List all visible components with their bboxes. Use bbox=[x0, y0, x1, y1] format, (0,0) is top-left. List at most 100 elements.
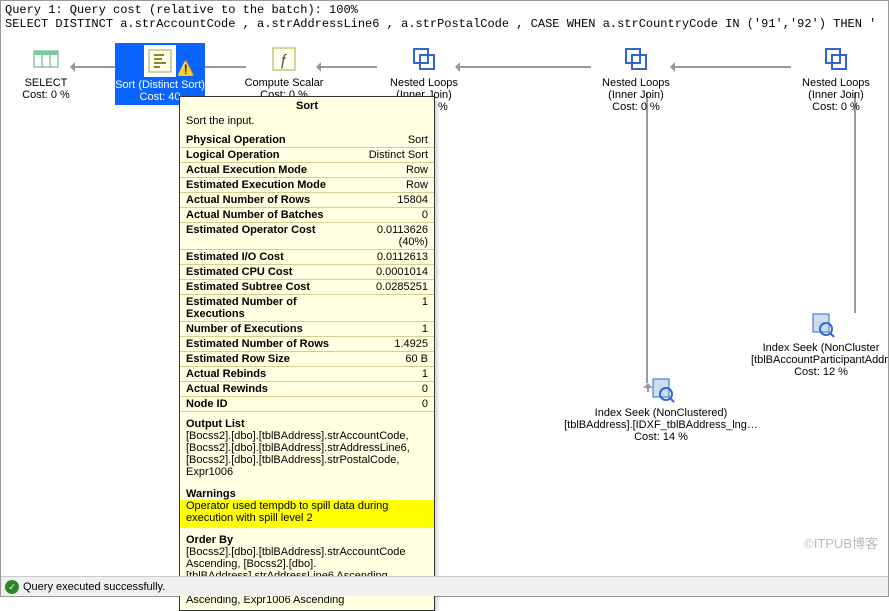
tooltip-row-key: Estimated Execution Mode bbox=[180, 178, 344, 193]
tooltip-row-value: Row bbox=[344, 163, 434, 178]
query-sql-line: SELECT DISTINCT a.strAccountCode , a.str… bbox=[5, 17, 884, 31]
tooltip-row-value: 0 bbox=[344, 208, 434, 223]
tooltip-row-key: Estimated Number of Executions bbox=[180, 295, 344, 322]
operator-nested-loops-3[interactable]: Nested Loops (Inner Join) Cost: 0 % bbox=[791, 43, 881, 113]
tooltip-row: Estimated Number of Executions1 bbox=[180, 295, 434, 322]
operator-nested-loops-2[interactable]: Nested Loops (Inner Join) Cost: 0 % bbox=[591, 43, 681, 113]
nested-loops-icon bbox=[820, 43, 852, 75]
tooltip-orderby-header: Order By bbox=[180, 528, 434, 546]
tooltip-description: Sort the input. bbox=[180, 115, 434, 133]
tooltip-row-key: Actual Rewinds bbox=[180, 382, 344, 397]
tooltip-row-value: 1 bbox=[344, 367, 434, 382]
status-ok-icon: ✓ bbox=[5, 580, 19, 594]
tooltip-row-key: Actual Number of Batches bbox=[180, 208, 344, 223]
tooltip-output-list-header: Output List bbox=[180, 412, 434, 430]
tooltip-row-key: Actual Execution Mode bbox=[180, 163, 344, 178]
operator-tooltip: Sort Sort the input. Physical OperationS… bbox=[179, 96, 435, 611]
operator-select[interactable]: SELECT Cost: 0 % bbox=[1, 43, 91, 101]
tooltip-row: Estimated Execution ModeRow bbox=[180, 178, 434, 193]
tooltip-row-value: 15804 bbox=[344, 193, 434, 208]
execution-plan-canvas[interactable]: SELECT Cost: 0 % ⚠️ Sort (Distinct Sort)… bbox=[1, 33, 888, 576]
svg-text:ƒ: ƒ bbox=[280, 52, 289, 69]
operator-label: Index Seek (NonCluster bbox=[763, 342, 880, 354]
tooltip-row: Estimated CPU Cost0.0001014 bbox=[180, 265, 434, 280]
operator-index-seek-2[interactable]: Index Seek (NonCluster [tblBAccountParti… bbox=[751, 308, 888, 378]
tooltip-row: Estimated Subtree Cost0.0285251 bbox=[180, 280, 434, 295]
operator-label: Compute Scalar bbox=[245, 77, 324, 89]
tooltip-row: Estimated Number of Rows1.4925 bbox=[180, 337, 434, 352]
operator-label: Nested Loops bbox=[802, 77, 870, 89]
warning-icon: ⚠️ bbox=[177, 61, 194, 76]
operator-cost: Cost: 0 % bbox=[1, 89, 91, 101]
tooltip-row-value: 0 bbox=[344, 397, 434, 412]
tooltip-row: Estimated Row Size60 B bbox=[180, 352, 434, 367]
tooltip-row-key: Logical Operation bbox=[180, 148, 344, 163]
tooltip-row-value: 60 B bbox=[344, 352, 434, 367]
operator-sublabel: (Inner Join) bbox=[808, 89, 864, 101]
operator-cost: Cost: 12 % bbox=[751, 366, 888, 378]
tooltip-row: Estimated I/O Cost0.0112613 bbox=[180, 250, 434, 265]
tooltip-row-value: Distinct Sort bbox=[344, 148, 434, 163]
plan-arrow bbox=[456, 66, 591, 68]
tooltip-row: Actual Rewinds0 bbox=[180, 382, 434, 397]
operator-label: Index Seek (NonClustered) bbox=[595, 407, 728, 419]
watermark: ©ITPUB博客 bbox=[804, 533, 878, 552]
tooltip-row: Actual Rebinds1 bbox=[180, 367, 434, 382]
nested-loops-icon bbox=[408, 43, 440, 75]
tooltip-row-value: 0.0001014 bbox=[344, 265, 434, 280]
nested-loops-icon bbox=[620, 43, 652, 75]
tooltip-row-value: Row bbox=[344, 178, 434, 193]
tooltip-properties-table: Physical OperationSortLogical OperationD… bbox=[180, 133, 434, 412]
plan-connector bbox=[854, 93, 856, 313]
tooltip-row-value: 0 bbox=[344, 382, 434, 397]
tooltip-row-value: 0.0112613 bbox=[344, 250, 434, 265]
tooltip-row-value: 0.0285251 bbox=[344, 280, 434, 295]
operator-sublabel: (Distinct Sort) bbox=[138, 79, 205, 91]
tooltip-row-key: Estimated Row Size bbox=[180, 352, 344, 367]
operator-sublabel: [tblBAddress].[IDXF_tblBAddress_lng… bbox=[561, 419, 761, 431]
status-text: Query executed successfully. bbox=[23, 581, 165, 593]
tooltip-row-key: Actual Rebinds bbox=[180, 367, 344, 382]
tooltip-row-key: Physical Operation bbox=[180, 133, 344, 148]
status-bar: ✓ Query executed successfully. bbox=[1, 576, 888, 596]
tooltip-warnings: Operator used tempdb to spill data durin… bbox=[180, 500, 434, 528]
tooltip-row-value: 1 bbox=[344, 295, 434, 322]
tooltip-row-key: Estimated I/O Cost bbox=[180, 250, 344, 265]
index-seek-icon bbox=[805, 308, 837, 340]
tooltip-row: Actual Number of Batches0 bbox=[180, 208, 434, 223]
query-header: Query 1: Query cost (relative to the bat… bbox=[1, 1, 888, 34]
sort-icon bbox=[144, 45, 176, 77]
tooltip-row-value: 1.4925 bbox=[344, 337, 434, 352]
tooltip-row: Actual Number of Rows15804 bbox=[180, 193, 434, 208]
tooltip-row-key: Estimated Subtree Cost bbox=[180, 280, 344, 295]
tooltip-row-key: Estimated CPU Cost bbox=[180, 265, 344, 280]
select-icon bbox=[30, 43, 62, 75]
operator-label: Nested Loops bbox=[602, 77, 670, 89]
tooltip-row: Estimated Operator Cost0.0113626 (40%) bbox=[180, 223, 434, 250]
tooltip-row-key: Number of Executions bbox=[180, 322, 344, 337]
compute-scalar-icon: ƒ bbox=[268, 43, 300, 75]
operator-label: Nested Loops bbox=[390, 77, 458, 89]
operator-cost: Cost: 0 % bbox=[591, 101, 681, 113]
tooltip-title: Sort bbox=[180, 97, 434, 115]
tooltip-row-key: Node ID bbox=[180, 397, 344, 412]
tooltip-row-key: Actual Number of Rows bbox=[180, 193, 344, 208]
operator-cost: Cost: 0 % bbox=[791, 101, 881, 113]
plan-arrow bbox=[671, 66, 791, 68]
query-cost-line: Query 1: Query cost (relative to the bat… bbox=[5, 3, 884, 17]
operator-sublabel: (Inner Join) bbox=[608, 89, 664, 101]
tooltip-row: Logical OperationDistinct Sort bbox=[180, 148, 434, 163]
operator-label: Sort bbox=[115, 79, 135, 91]
tooltip-row-value: 1 bbox=[344, 322, 434, 337]
tooltip-row: Actual Execution ModeRow bbox=[180, 163, 434, 178]
operator-compute-scalar[interactable]: ƒ Compute Scalar Cost: 0 % bbox=[239, 43, 329, 101]
index-seek-icon bbox=[645, 373, 677, 405]
tooltip-row: Number of Executions1 bbox=[180, 322, 434, 337]
tooltip-row-key: Estimated Number of Rows bbox=[180, 337, 344, 352]
plan-connector bbox=[646, 93, 648, 383]
operator-sublabel: [tblBAccountParticipantAddre bbox=[751, 354, 888, 366]
operator-index-seek-1[interactable]: Index Seek (NonClustered) [tblBAddress].… bbox=[561, 373, 761, 443]
operator-label: SELECT bbox=[25, 77, 68, 89]
tooltip-row-value: 0.0113626 (40%) bbox=[344, 223, 434, 250]
tooltip-row: Node ID0 bbox=[180, 397, 434, 412]
